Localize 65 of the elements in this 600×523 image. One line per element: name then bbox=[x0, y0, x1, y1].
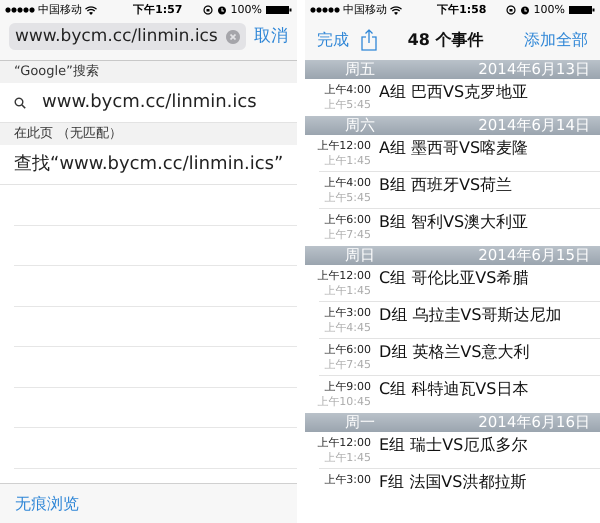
event-title: B组 西班牙VS荷兰 bbox=[379, 175, 512, 196]
section-header: 在此页 （无匹配） bbox=[0, 123, 297, 145]
start-time: 上午12:00 bbox=[317, 268, 371, 283]
date-label: 2014年6月14日 bbox=[478, 118, 590, 133]
date-label: 2014年6月16日 bbox=[478, 415, 590, 430]
address-field[interactable]: www.bycm.cc/linmin.ics bbox=[9, 23, 246, 50]
battery-icon bbox=[568, 5, 595, 15]
end-time: 上午7:45 bbox=[324, 357, 371, 372]
event-title: C组 科特迪瓦VS日本 bbox=[379, 379, 528, 400]
end-time: 上午5:45 bbox=[324, 190, 371, 205]
event-title: E组 瑞士VS厄瓜多尔 bbox=[379, 435, 528, 456]
end-time: 上午4:45 bbox=[324, 320, 371, 335]
weekday-label: 周一 bbox=[345, 415, 375, 430]
cancel-button[interactable]: 取消 bbox=[254, 24, 288, 50]
start-time: 上午12:00 bbox=[317, 435, 371, 450]
end-time: 上午1:45 bbox=[324, 283, 371, 298]
event-title: C组 哥伦比亚VS希腊 bbox=[379, 268, 528, 289]
carrier-name: 中国移动 bbox=[38, 2, 82, 18]
start-time: 上午3:00 bbox=[324, 472, 371, 487]
start-time: 上午6:00 bbox=[324, 342, 371, 357]
start-time: 上午9:00 bbox=[324, 379, 371, 394]
date-label: 2014年6月15日 bbox=[478, 248, 590, 263]
event-title: A组 巴西VS克罗地亚 bbox=[379, 82, 528, 103]
signal-icon bbox=[310, 7, 340, 13]
wifi-icon bbox=[85, 6, 97, 14]
end-time: 上午10:45 bbox=[317, 394, 371, 409]
date-label: 2014年6月13日 bbox=[478, 62, 590, 77]
rotation-lock-icon bbox=[202, 5, 213, 15]
suggestion-row[interactable]: 查找“www.bycm.cc/linmin.ics” bbox=[0, 145, 297, 185]
end-time: 上午5:45 bbox=[324, 97, 371, 112]
weekday-label: 周五 bbox=[345, 62, 375, 77]
status-time: 下午1:57 bbox=[133, 2, 182, 18]
event-title: D组 英格兰VS意大利 bbox=[379, 342, 530, 363]
weekday-label: 周六 bbox=[345, 118, 375, 133]
status-time: 下午1:58 bbox=[437, 2, 486, 18]
search-icon bbox=[14, 96, 26, 108]
nav-title: 48 个事件 bbox=[406, 29, 484, 51]
start-time: 上午4:00 bbox=[324, 175, 371, 190]
share-icon[interactable] bbox=[361, 29, 377, 51]
signal-icon bbox=[5, 7, 35, 13]
start-time: 上午3:00 bbox=[324, 305, 371, 320]
add-all-button[interactable]: 添加全部 bbox=[524, 28, 588, 52]
start-time: 上午6:00 bbox=[324, 212, 371, 227]
done-button[interactable]: 完成 bbox=[317, 28, 349, 52]
end-time: 上午7:45 bbox=[324, 227, 371, 242]
battery-percent: 100% bbox=[230, 2, 262, 18]
event-title: A组 墨西哥VS喀麦隆 bbox=[379, 138, 528, 159]
carrier-name: 中国移动 bbox=[343, 2, 387, 18]
wifi-icon bbox=[390, 6, 402, 14]
start-time: 上午12:00 bbox=[317, 138, 371, 153]
rotation-lock-icon bbox=[506, 5, 516, 15]
end-time: 上午1:45 bbox=[324, 153, 371, 168]
battery-icon bbox=[266, 5, 292, 15]
alarm-icon bbox=[216, 5, 227, 15]
end-time: 上午1:45 bbox=[324, 450, 371, 465]
start-time: 上午4:00 bbox=[324, 82, 371, 97]
battery-percent: 100% bbox=[534, 2, 565, 18]
clear-icon[interactable] bbox=[226, 30, 240, 44]
event-title: B组 智利VS澳大利亚 bbox=[379, 212, 528, 233]
alarm-icon bbox=[520, 5, 530, 15]
event-title: F组 法国VS洪都拉斯 bbox=[379, 472, 526, 493]
section-header: “Google”搜索 bbox=[0, 61, 297, 83]
event-title: D组 乌拉圭VS哥斯达尼加 bbox=[379, 305, 562, 326]
private-browsing-button[interactable]: 无痕浏览 bbox=[15, 492, 79, 516]
weekday-label: 周日 bbox=[345, 248, 375, 263]
